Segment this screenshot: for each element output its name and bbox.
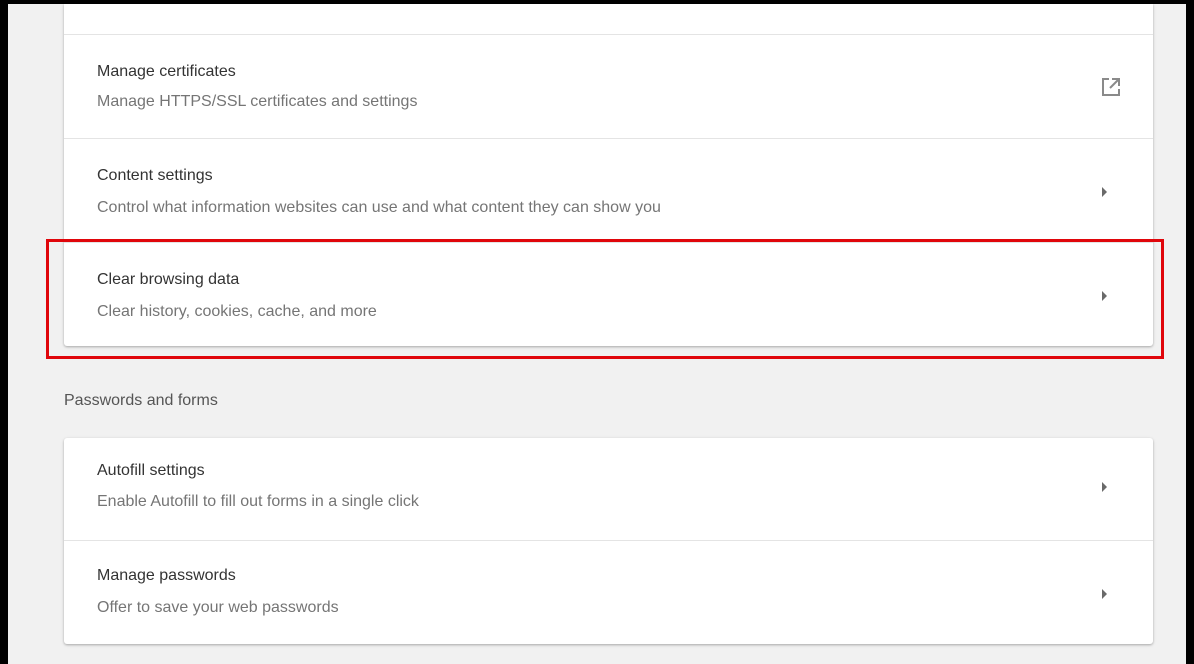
- manage-certificates-title: Manage certificates: [97, 63, 236, 80]
- content-settings-title: Content settings: [97, 167, 213, 184]
- settings-page: Manage certificates Manage HTTPS/SSL cer…: [0, 0, 1194, 664]
- manage-passwords-subtitle: Offer to save your web passwords: [97, 599, 339, 616]
- chevron-right-icon: [1102, 589, 1107, 599]
- chevron-right-icon: [1102, 291, 1107, 301]
- manage-passwords-title: Manage passwords: [97, 567, 236, 584]
- manage-passwords-row[interactable]: Manage passwords Offer to save your web …: [64, 540, 1153, 644]
- autofill-settings-subtitle: Enable Autofill to fill out forms in a s…: [97, 493, 419, 510]
- clear-browsing-data-title: Clear browsing data: [97, 271, 240, 288]
- passwords-and-forms-header: Passwords and forms: [64, 392, 218, 409]
- content-settings-row[interactable]: Content settings Control what informatio…: [64, 138, 1153, 242]
- autofill-settings-title: Autofill settings: [97, 462, 205, 479]
- manage-certificates-subtitle: Manage HTTPS/SSL certificates and settin…: [97, 93, 418, 110]
- passwords-forms-card: Autofill settings Enable Autofill to fil…: [64, 438, 1153, 644]
- external-link-icon[interactable]: [1101, 77, 1121, 102]
- clear-browsing-data-subtitle: Clear history, cookies, cache, and more: [97, 303, 377, 320]
- privacy-security-card: Manage certificates Manage HTTPS/SSL cer…: [64, 4, 1153, 346]
- content-settings-subtitle: Control what information websites can us…: [97, 199, 661, 216]
- chevron-right-icon: [1102, 187, 1107, 197]
- clear-browsing-data-row[interactable]: Clear browsing data Clear history, cooki…: [64, 242, 1153, 346]
- manage-certificates-row[interactable]: Manage certificates Manage HTTPS/SSL cer…: [64, 34, 1153, 138]
- chevron-right-icon: [1102, 482, 1107, 492]
- autofill-settings-row[interactable]: Autofill settings Enable Autofill to fil…: [64, 438, 1153, 542]
